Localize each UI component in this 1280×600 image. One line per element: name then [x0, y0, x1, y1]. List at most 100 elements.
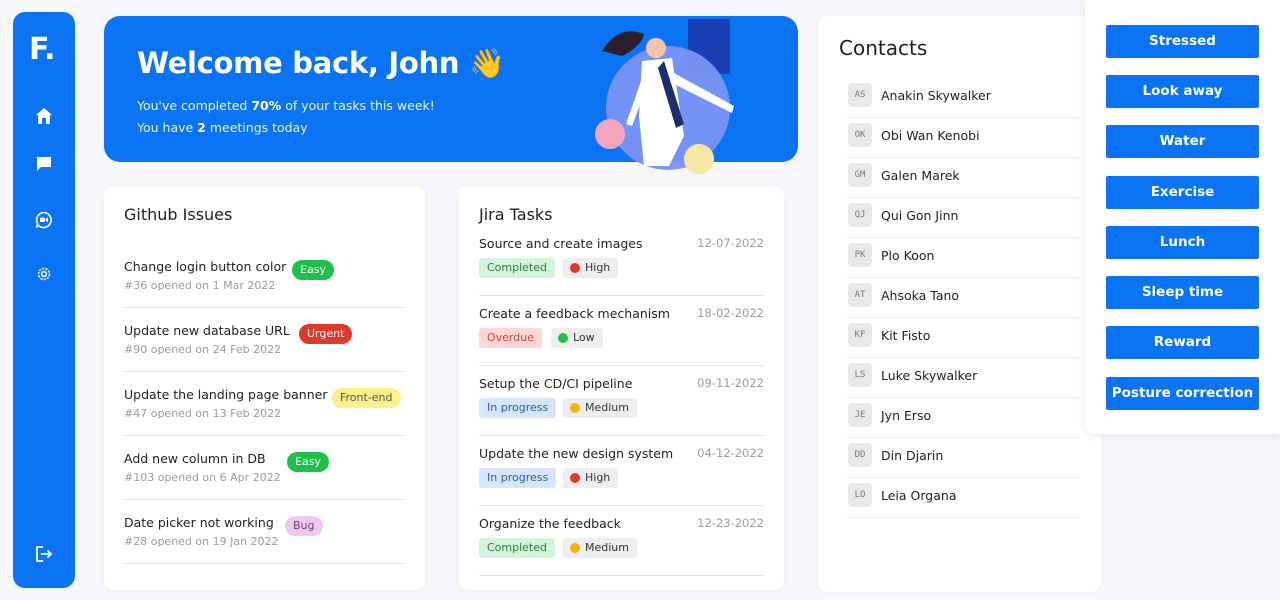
- contact-name: Qui Gon Jinn: [881, 208, 959, 223]
- issue-title: Update new database URL: [124, 323, 290, 338]
- doctor-illustration: [595, 19, 734, 174]
- contact-item[interactable]: LO Leia Organa: [846, 478, 1080, 518]
- lunch-button[interactable]: Lunch: [1106, 226, 1259, 259]
- jira-task-item[interactable]: Organize the feedback 12-23-2022 Complet…: [479, 506, 764, 576]
- contact-item[interactable]: DD Din Djarin: [846, 438, 1080, 478]
- task-progress-text: You've completed 70% of your tasks this …: [137, 98, 435, 113]
- task-date: 09-11-2022: [697, 376, 764, 390]
- contacts-title: Contacts: [839, 36, 928, 60]
- task-date: 12-23-2022: [697, 516, 764, 530]
- avatar: QJ: [848, 203, 872, 227]
- chat-icon[interactable]: [32, 152, 56, 176]
- jira-task-item[interactable]: Update the new design system 04-12-2022 …: [479, 436, 764, 506]
- home-icon[interactable]: [32, 104, 56, 128]
- contact-item[interactable]: LS Luke Skywalker: [846, 358, 1080, 398]
- avatar: AS: [848, 83, 872, 107]
- task-title: Setup the CD/CI pipeline: [479, 376, 633, 391]
- contact-item[interactable]: QJ Qui Gon Jinn: [846, 198, 1080, 238]
- status-tag: In progress: [479, 398, 557, 418]
- contact-item[interactable]: OK Obi Wan Kenobi: [846, 118, 1080, 158]
- priority-tag: Medium: [563, 538, 637, 558]
- github-issues-title: Github Issues: [124, 205, 233, 224]
- contact-name: Luke Skywalker: [881, 368, 978, 383]
- task-title: Organize the feedback: [479, 516, 621, 531]
- jira-task-item[interactable]: Source and create images 12-07-2022 Comp…: [479, 226, 764, 296]
- status-tag: Completed: [479, 258, 555, 278]
- task-date: 12-07-2022: [697, 236, 764, 250]
- contact-item[interactable]: JE Jyn Erso: [846, 398, 1080, 438]
- status-tag: Completed: [479, 538, 555, 558]
- issue-subtitle: #36 opened on 1 Mar 2022: [124, 279, 276, 292]
- task-title: Source and create images: [479, 236, 643, 251]
- issue-subtitle: #47 opened on 13 Feb 2022: [124, 407, 282, 420]
- issue-subtitle: #103 opened on 6 Apr 2022: [124, 471, 281, 484]
- contact-name: Plo Koon: [881, 248, 935, 263]
- github-issues-card: Github Issues Change login button color …: [104, 186, 425, 590]
- issue-subtitle: #90 opened on 24 Feb 2022: [124, 343, 282, 356]
- contact-item[interactable]: PK Plo Koon: [846, 238, 1080, 278]
- water-button[interactable]: Water: [1106, 125, 1259, 158]
- status-tag: Overdue: [479, 328, 542, 348]
- priority-tag: Low: [551, 328, 603, 348]
- contact-name: Kit Fisto: [881, 328, 931, 343]
- stressed-button[interactable]: Stressed: [1106, 25, 1259, 58]
- avatar: LS: [848, 363, 872, 387]
- logout-icon[interactable]: [32, 542, 56, 566]
- contact-item[interactable]: KF Kit Fisto: [846, 318, 1080, 358]
- app-logo[interactable]: F.: [29, 32, 56, 67]
- contact-item[interactable]: AT Ahsoka Tano: [846, 278, 1080, 318]
- contact-name: Leia Organa: [881, 488, 957, 503]
- meetings-text: You have 2 meetings today: [137, 120, 308, 135]
- contact-name: Jyn Erso: [881, 408, 932, 423]
- jira-task-item[interactable]: Create a feedback mechanism 18-02-2022 O…: [479, 296, 764, 366]
- avatar: LO: [848, 483, 872, 507]
- task-date: 04-12-2022: [697, 446, 764, 460]
- avatar: OK: [848, 123, 872, 147]
- task-title: Create a feedback mechanism: [479, 306, 670, 321]
- gear-icon[interactable]: [32, 262, 56, 286]
- priority-tag: High: [563, 258, 619, 278]
- contact-name: Din Djarin: [881, 448, 944, 463]
- avatar: JE: [848, 403, 872, 427]
- issue-title: Update the landing page banner: [124, 387, 328, 402]
- issue-title: Change login button color: [124, 259, 287, 274]
- difficulty-badge: Front-end: [332, 388, 401, 408]
- video-chat-icon[interactable]: [32, 208, 56, 232]
- contact-item[interactable]: GM Galen Marek: [846, 158, 1080, 198]
- task-title: Update the new design system: [479, 446, 674, 461]
- reward-button[interactable]: Reward: [1106, 326, 1259, 359]
- jira-task-item[interactable]: Setup the CD/CI pipeline 09-11-2022 In p…: [479, 366, 764, 436]
- issue-title: Date picker not working: [124, 515, 274, 530]
- github-issue-item[interactable]: Add new column in DB #103 opened on 6 Ap…: [124, 436, 404, 500]
- avatar: DD: [848, 443, 872, 467]
- sidebar: F.: [13, 12, 75, 588]
- posture-correction-button[interactable]: Posture correction: [1106, 377, 1259, 410]
- contact-name: Obi Wan Kenobi: [881, 128, 980, 143]
- avatar: PK: [848, 243, 872, 267]
- avatar: KF: [848, 323, 872, 347]
- contact-name: Galen Marek: [881, 168, 960, 183]
- reminder-popup: Stressed Look away Water Exercise Lunch …: [1085, 0, 1280, 434]
- github-issue-item[interactable]: Change login button color #36 opened on …: [124, 244, 404, 308]
- issue-title: Add new column in DB: [124, 451, 266, 466]
- welcome-banner: Welcome back, John 👋 You've completed 70…: [104, 16, 798, 174]
- priority-tag: Medium: [563, 398, 637, 418]
- jira-tasks-title: Jira Tasks: [479, 205, 553, 224]
- contacts-card: Contacts AS Anakin Skywalker OK Obi Wan Ke…: [818, 16, 1101, 592]
- avatar: AT: [848, 283, 872, 307]
- sleep-time-button[interactable]: Sleep time: [1106, 276, 1259, 309]
- look-away-button[interactable]: Look away: [1106, 75, 1259, 108]
- contact-name: Ahsoka Tano: [881, 288, 960, 303]
- exercise-button[interactable]: Exercise: [1106, 176, 1259, 209]
- welcome-title: Welcome back, John 👋: [137, 46, 505, 80]
- github-issue-item[interactable]: Update the landing page banner #47 opene…: [124, 372, 404, 436]
- jira-tasks-card: Jira Tasks Source and create images 12-0…: [459, 186, 784, 590]
- priority-tag: High: [563, 468, 619, 488]
- github-issue-item[interactable]: Date picker not working #28 opened on 19…: [124, 500, 404, 564]
- issue-subtitle: #28 opened on 19 Jan 2022: [124, 535, 279, 548]
- status-tag: In progress: [479, 468, 557, 488]
- avatar: GM: [848, 163, 872, 187]
- contact-item[interactable]: AS Anakin Skywalker: [846, 78, 1080, 118]
- difficulty-badge: Easy: [287, 452, 329, 472]
- github-issue-item[interactable]: Update new database URL #90 opened on 24…: [124, 308, 404, 372]
